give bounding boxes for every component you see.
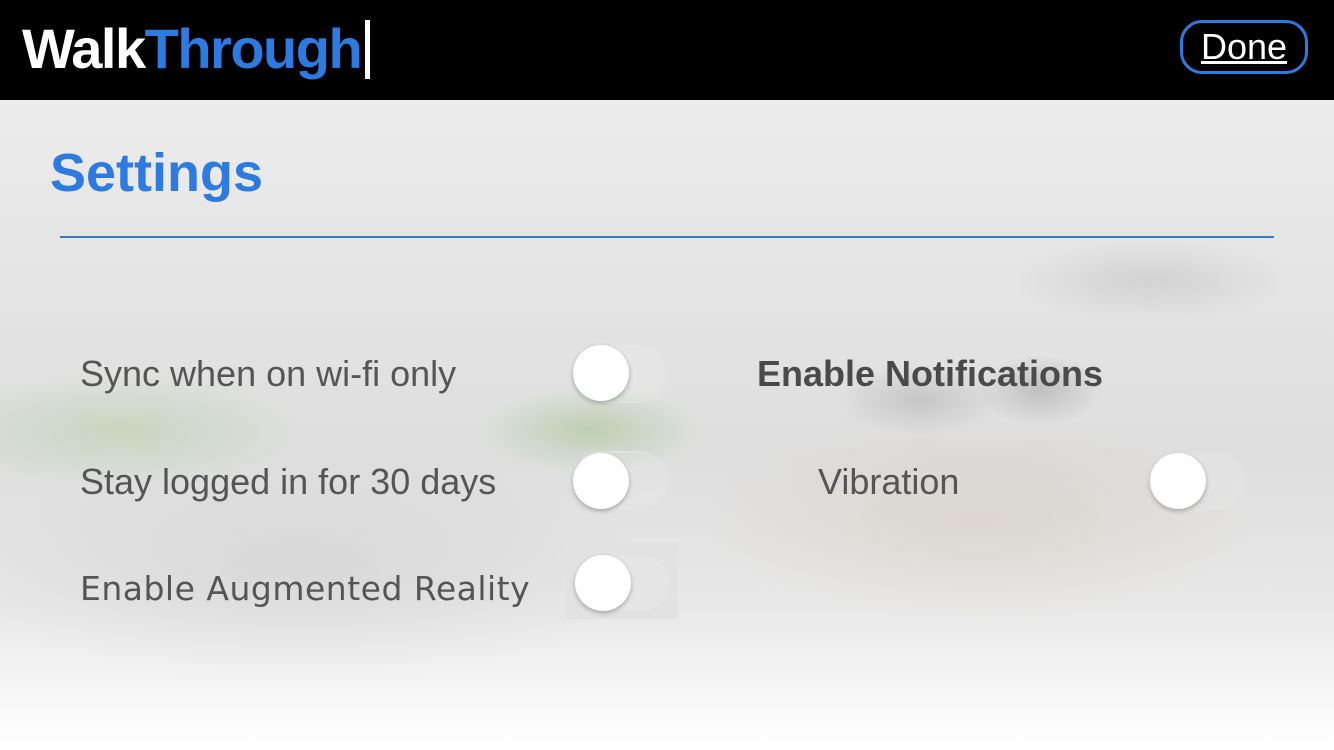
augmented-reality-toggle[interactable]	[573, 553, 671, 613]
stay-logged-in-toggle[interactable]	[571, 451, 669, 511]
logo-through: Through	[144, 17, 363, 80]
toggle-knob	[573, 453, 629, 509]
notifications-heading: Enable Notifications	[757, 353, 1104, 394]
vibration-label: Vibration	[818, 461, 960, 502]
vibration-toggle[interactable]	[1148, 451, 1246, 511]
done-button[interactable]: Done	[1180, 20, 1308, 74]
stay-logged-in-label: Stay logged in for 30 days	[80, 461, 497, 502]
toggle-knob	[575, 555, 631, 611]
logo-walk: Walk	[22, 17, 146, 80]
walkthrough-logo: WalkThrough	[22, 17, 363, 80]
augmented-reality-label: Enable Augmented Reality	[80, 569, 531, 608]
page-title: Settings	[50, 143, 264, 203]
title-divider	[60, 236, 1274, 238]
top-bar: WalkThrough Done	[0, 0, 1334, 100]
toggle-knob	[1150, 453, 1206, 509]
logo-divider	[365, 20, 370, 79]
sync-wifi-toggle[interactable]	[571, 343, 669, 403]
toggle-knob	[573, 345, 629, 401]
sync-wifi-label: Sync when on wi-fi only	[80, 353, 457, 394]
